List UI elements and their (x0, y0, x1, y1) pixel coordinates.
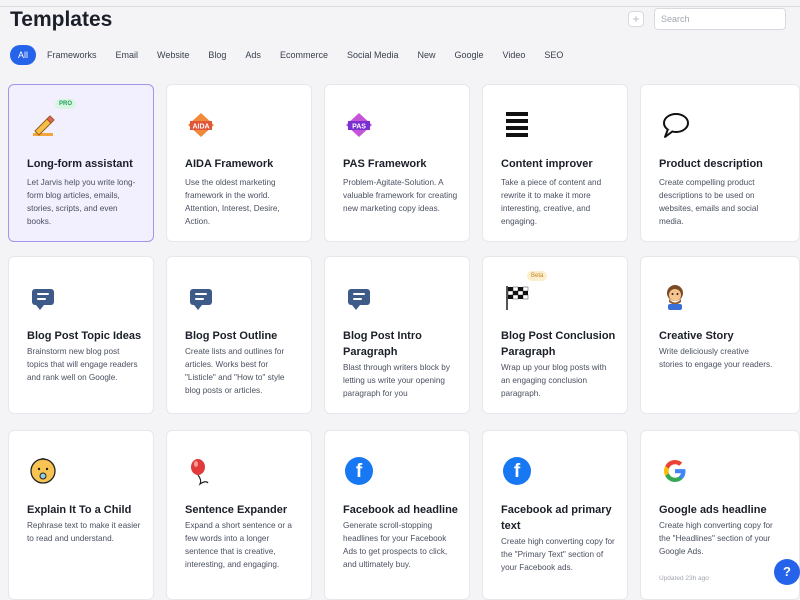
card-description: Create high converting copy for the "Hea… (659, 521, 773, 556)
card-description: Problem-Agitate-Solution. A valuable fra… (343, 178, 458, 213)
card-title: Creative Story (659, 330, 734, 342)
aida-icon-text: AIDA (192, 124, 209, 131)
card-description: Use the oldest marketing framework in th… (185, 178, 280, 226)
template-card-content-improver[interactable]: Content improver Take a piece of content… (482, 84, 628, 242)
filter-chip-frameworks[interactable]: Frameworks (39, 45, 105, 65)
search-input[interactable] (654, 8, 786, 30)
template-card-product-description[interactable]: Product description Create compelling pr… (640, 84, 800, 242)
filter-chip-new[interactable]: New (409, 45, 443, 65)
template-card-facebook-ad-headline[interactable]: f Facebook ad headline Generate scroll-s… (324, 430, 470, 600)
template-card-blog-post-conclusion-paragraph[interactable]: Beta Blog Post Conclusion Paragraph Wrap… (482, 256, 628, 414)
card-title: Explain It To a Child (27, 504, 132, 516)
card-title: PAS Framework (343, 158, 427, 170)
template-card-explain-it-to-a-child[interactable]: Explain It To a Child Rephrase text to m… (8, 430, 154, 600)
page-title: Templates (10, 8, 113, 31)
updated-timestamp: Updated 23h ago (659, 575, 709, 582)
template-card-long-form-assistant[interactable]: PRO Long-form assistant Let Jarvis help … (8, 84, 154, 242)
filter-chip-blog[interactable]: Blog (200, 45, 234, 65)
card-title: Google ads headline (659, 504, 767, 516)
aida-icon: AIDA (185, 109, 217, 141)
template-card-aida-framework[interactable]: AIDA AIDA Framework Use the oldest marke… (166, 84, 312, 242)
chat-icon (185, 281, 217, 313)
card-description: Let Jarvis help you write long-form blog… (27, 178, 136, 226)
checkered-flag-icon (501, 281, 533, 313)
card-description: Take a piece of content and rewrite it t… (501, 178, 602, 226)
card-description: Create compelling product descriptions t… (659, 178, 759, 226)
filter-chip-ecommerce[interactable]: Ecommerce (272, 45, 336, 65)
filter-chip-email[interactable]: Email (108, 45, 147, 65)
template-card-facebook-ad-primary-text[interactable]: f Facebook ad primary text Create high c… (482, 430, 628, 600)
template-card-sentence-expander[interactable]: Sentence Expander Expand a short sentenc… (166, 430, 312, 600)
template-card-blog-post-outline[interactable]: Blog Post Outline Create lists and outli… (166, 256, 312, 414)
pro-badge: PRO (55, 99, 77, 109)
pas-icon: PAS (343, 109, 375, 141)
template-card-creative-story[interactable]: Creative Story Write deliciously creativ… (640, 256, 800, 414)
facebook-icon: f (343, 455, 375, 487)
chat-icon (27, 281, 59, 313)
card-title: Product description (659, 158, 763, 170)
card-title: Blog Post Conclusion Paragraph (501, 330, 616, 358)
storyteller-icon (659, 281, 691, 313)
filter-chip-website[interactable]: Website (149, 45, 197, 65)
card-title: Blog Post Intro Paragraph (343, 330, 422, 358)
filter-chip-seo[interactable]: SEO (536, 45, 571, 65)
card-description: Wrap up your blog posts with an engaging… (501, 363, 607, 398)
card-description: Write deliciously creative stories to en… (659, 347, 773, 369)
lines-icon (501, 109, 533, 141)
filter-chip-ads[interactable]: Ads (237, 45, 269, 65)
chat-icon (343, 281, 375, 313)
filter-chip-all[interactable]: All (10, 45, 37, 65)
filter-chip-video[interactable]: Video (495, 45, 534, 65)
filter-chip-social-media[interactable]: Social Media (339, 45, 407, 65)
card-description: Rephrase text to make it easier to read … (27, 521, 141, 543)
card-description: Expand a short sentence or a few words i… (185, 521, 292, 569)
beta-badge: Beta (527, 271, 548, 281)
google-icon (659, 455, 691, 487)
card-description: Create high converting copy for the "Pri… (501, 537, 615, 572)
pencil-icon (27, 109, 59, 141)
card-title: Content improver (501, 158, 593, 170)
baby-icon (27, 455, 59, 487)
card-title: Facebook ad primary text (501, 504, 612, 532)
card-title: Sentence Expander (185, 504, 288, 516)
card-title: AIDA Framework (185, 158, 274, 170)
card-description: Blast through writers block by letting u… (343, 363, 450, 398)
card-description: Generate scroll-stopping headlines for y… (343, 521, 448, 569)
pas-icon-text: PAS (352, 124, 366, 131)
template-card-blog-post-intro-paragraph[interactable]: Blog Post Intro Paragraph Blast through … (324, 256, 470, 414)
template-card-blog-post-topic-ideas[interactable]: Blog Post Topic Ideas Brainstorm new blo… (8, 256, 154, 414)
top-divider (0, 6, 800, 7)
facebook-icon: f (501, 455, 533, 487)
balloon-icon (185, 455, 217, 487)
template-card-pas-framework[interactable]: PAS PAS Framework Problem-Agitate-Soluti… (324, 84, 470, 242)
card-title: Facebook ad headline (343, 504, 458, 516)
card-title: Long-form assistant (27, 158, 133, 170)
filter-chip-google[interactable]: Google (447, 45, 492, 65)
card-title: Blog Post Outline (185, 330, 278, 342)
card-description: Brainstorm new blog post topics that wil… (27, 347, 138, 382)
speech-bubble-icon (659, 109, 691, 141)
card-description: Create lists and outlines for articles. … (185, 347, 285, 395)
help-button[interactable]: ? (774, 559, 800, 585)
filter-bar: All Frameworks Email Website Blog Ads Ec… (10, 45, 574, 65)
card-title: Blog Post Topic Ideas (27, 330, 142, 342)
add-button[interactable]: + (628, 11, 644, 27)
